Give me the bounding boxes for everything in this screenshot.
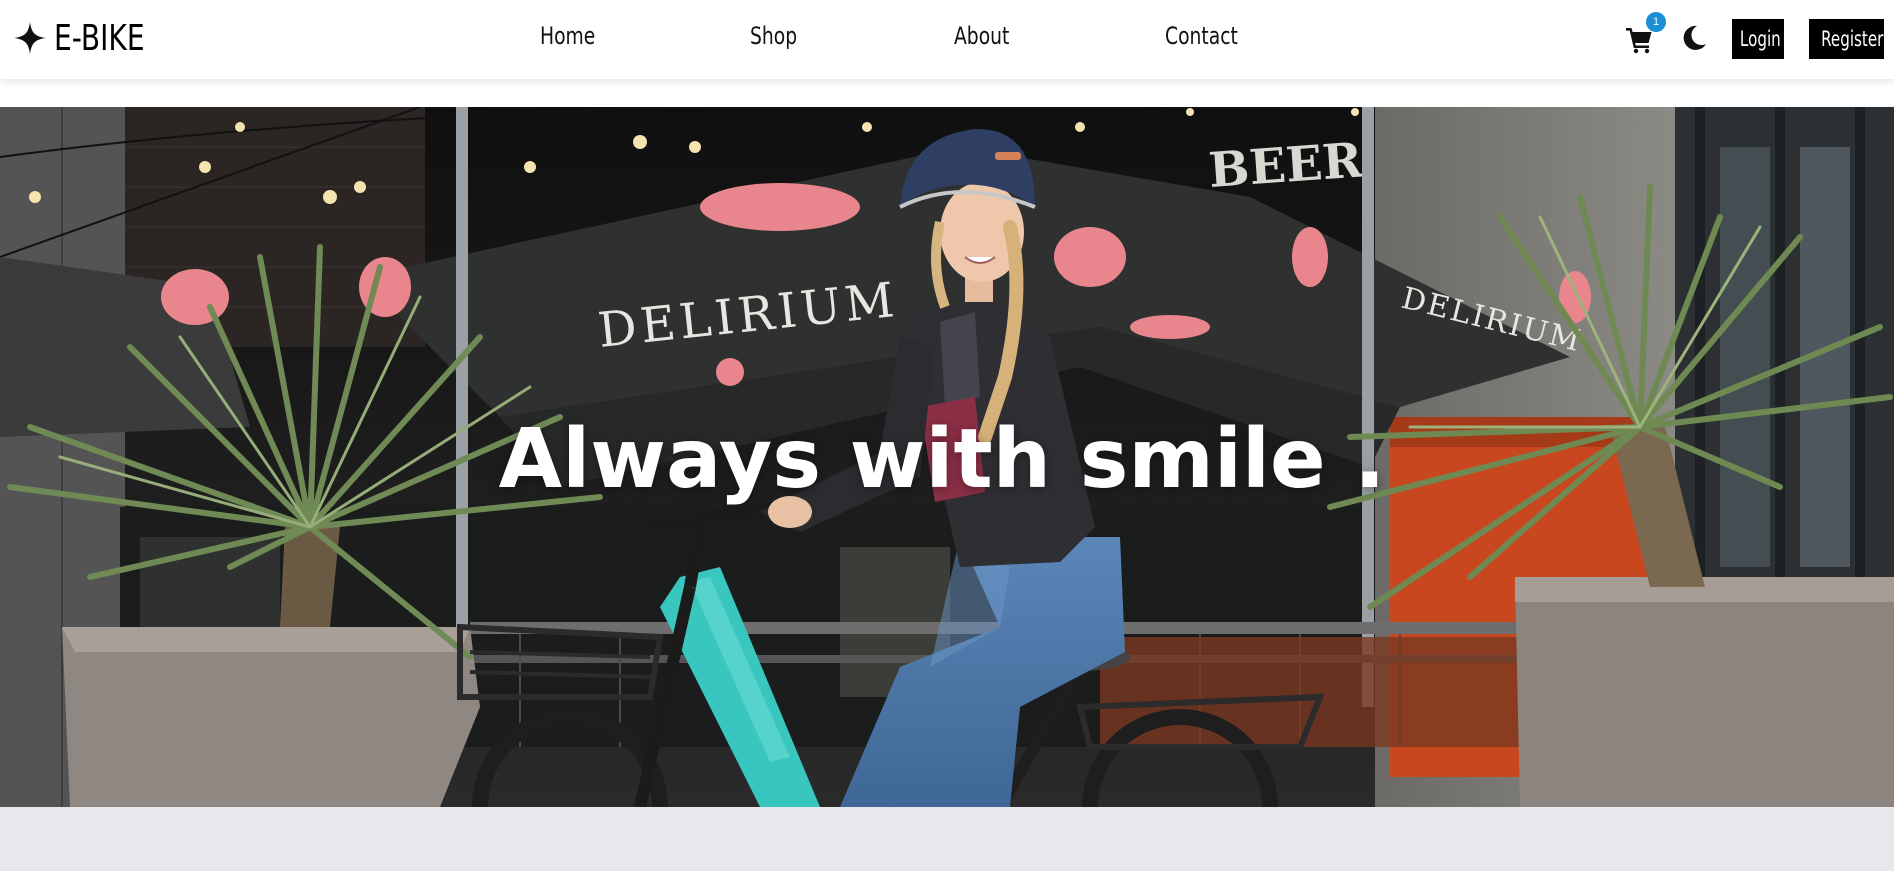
cart-count-badge: 1 [1646, 12, 1666, 32]
moon-icon[interactable] [1680, 24, 1708, 52]
login-button[interactable]: Login [1732, 19, 1784, 59]
hero-headline-text: Always with smile . [498, 412, 1386, 507]
login-button-label: Login [1739, 27, 1781, 51]
brand-name: E-BIKE [54, 17, 145, 59]
four-point-star-icon [14, 22, 46, 54]
register-button[interactable]: Register [1809, 19, 1884, 59]
hero-banner: DELIRIUM DELIRIUM BEER Always with smile… [0, 107, 1894, 807]
hero-headline: Always with smile . [0, 412, 1894, 507]
content-section-background [0, 807, 1894, 871]
register-button-label: Register [1821, 27, 1884, 51]
nav-link-home[interactable]: Home [540, 22, 595, 50]
nav-link-shop[interactable]: Shop [750, 22, 797, 50]
nav-link-contact[interactable]: Contact [1165, 22, 1238, 50]
nav-link-about[interactable]: About [954, 22, 1009, 50]
svg-text:BEER: BEER [1207, 132, 1365, 199]
top-navbar: E-BIKE Home Shop About Contact 1 Login R… [0, 0, 1894, 79]
brand-logo-link[interactable]: E-BIKE [14, 16, 170, 60]
